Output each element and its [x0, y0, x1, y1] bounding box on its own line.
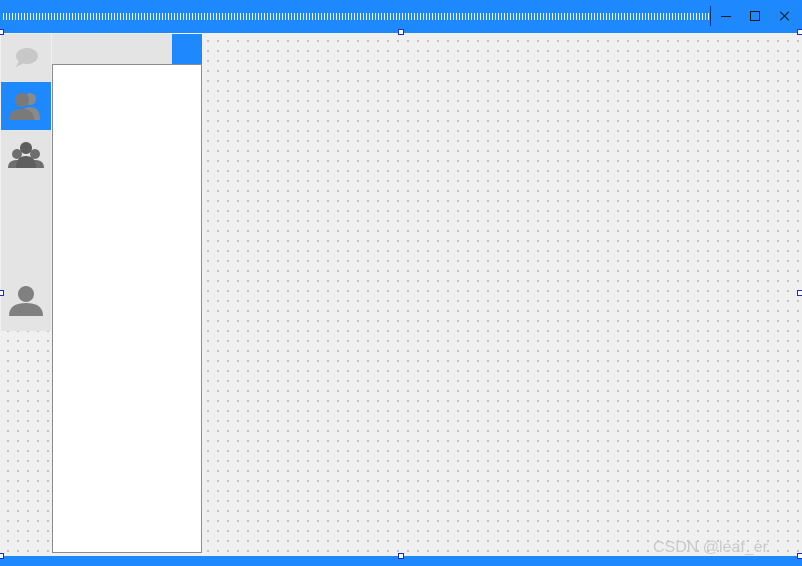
nav-item-chats[interactable]: [1, 34, 51, 82]
search-button[interactable]: [172, 34, 202, 64]
left-nav-bar: [1, 34, 51, 331]
maximize-icon: [750, 11, 760, 21]
resize-handle-top-right[interactable]: [797, 29, 802, 35]
minimize-button[interactable]: [712, 4, 740, 28]
search-row: [52, 34, 202, 64]
title-divider: [710, 6, 711, 26]
resize-handle-bottom[interactable]: [398, 553, 404, 559]
group-icon: [8, 142, 44, 168]
chat-bubble-icon: [16, 48, 38, 67]
user-profile-icon: [9, 286, 43, 316]
resize-handle-top[interactable]: [398, 29, 404, 35]
close-icon: [780, 11, 790, 21]
search-input[interactable]: [52, 34, 172, 64]
nav-item-profile[interactable]: [1, 277, 51, 325]
watermark-text: CSDN @leaf_er: [653, 539, 768, 556]
resize-handle-top-left[interactable]: [0, 29, 4, 35]
contacts-icon: [9, 93, 40, 120]
close-button[interactable]: [771, 4, 799, 28]
contact-list[interactable]: [52, 64, 202, 553]
nav-item-contacts[interactable]: [1, 82, 51, 130]
title-drag-area[interactable]: [3, 13, 709, 20]
minimize-icon: [721, 15, 731, 17]
nav-item-groups[interactable]: [1, 130, 51, 178]
maximize-button[interactable]: [741, 4, 769, 28]
resize-handle-bottom-left[interactable]: [0, 553, 4, 559]
resize-handle-bottom-right[interactable]: [797, 553, 802, 559]
resize-handle-left[interactable]: [0, 290, 4, 296]
resize-handle-right[interactable]: [797, 290, 802, 296]
